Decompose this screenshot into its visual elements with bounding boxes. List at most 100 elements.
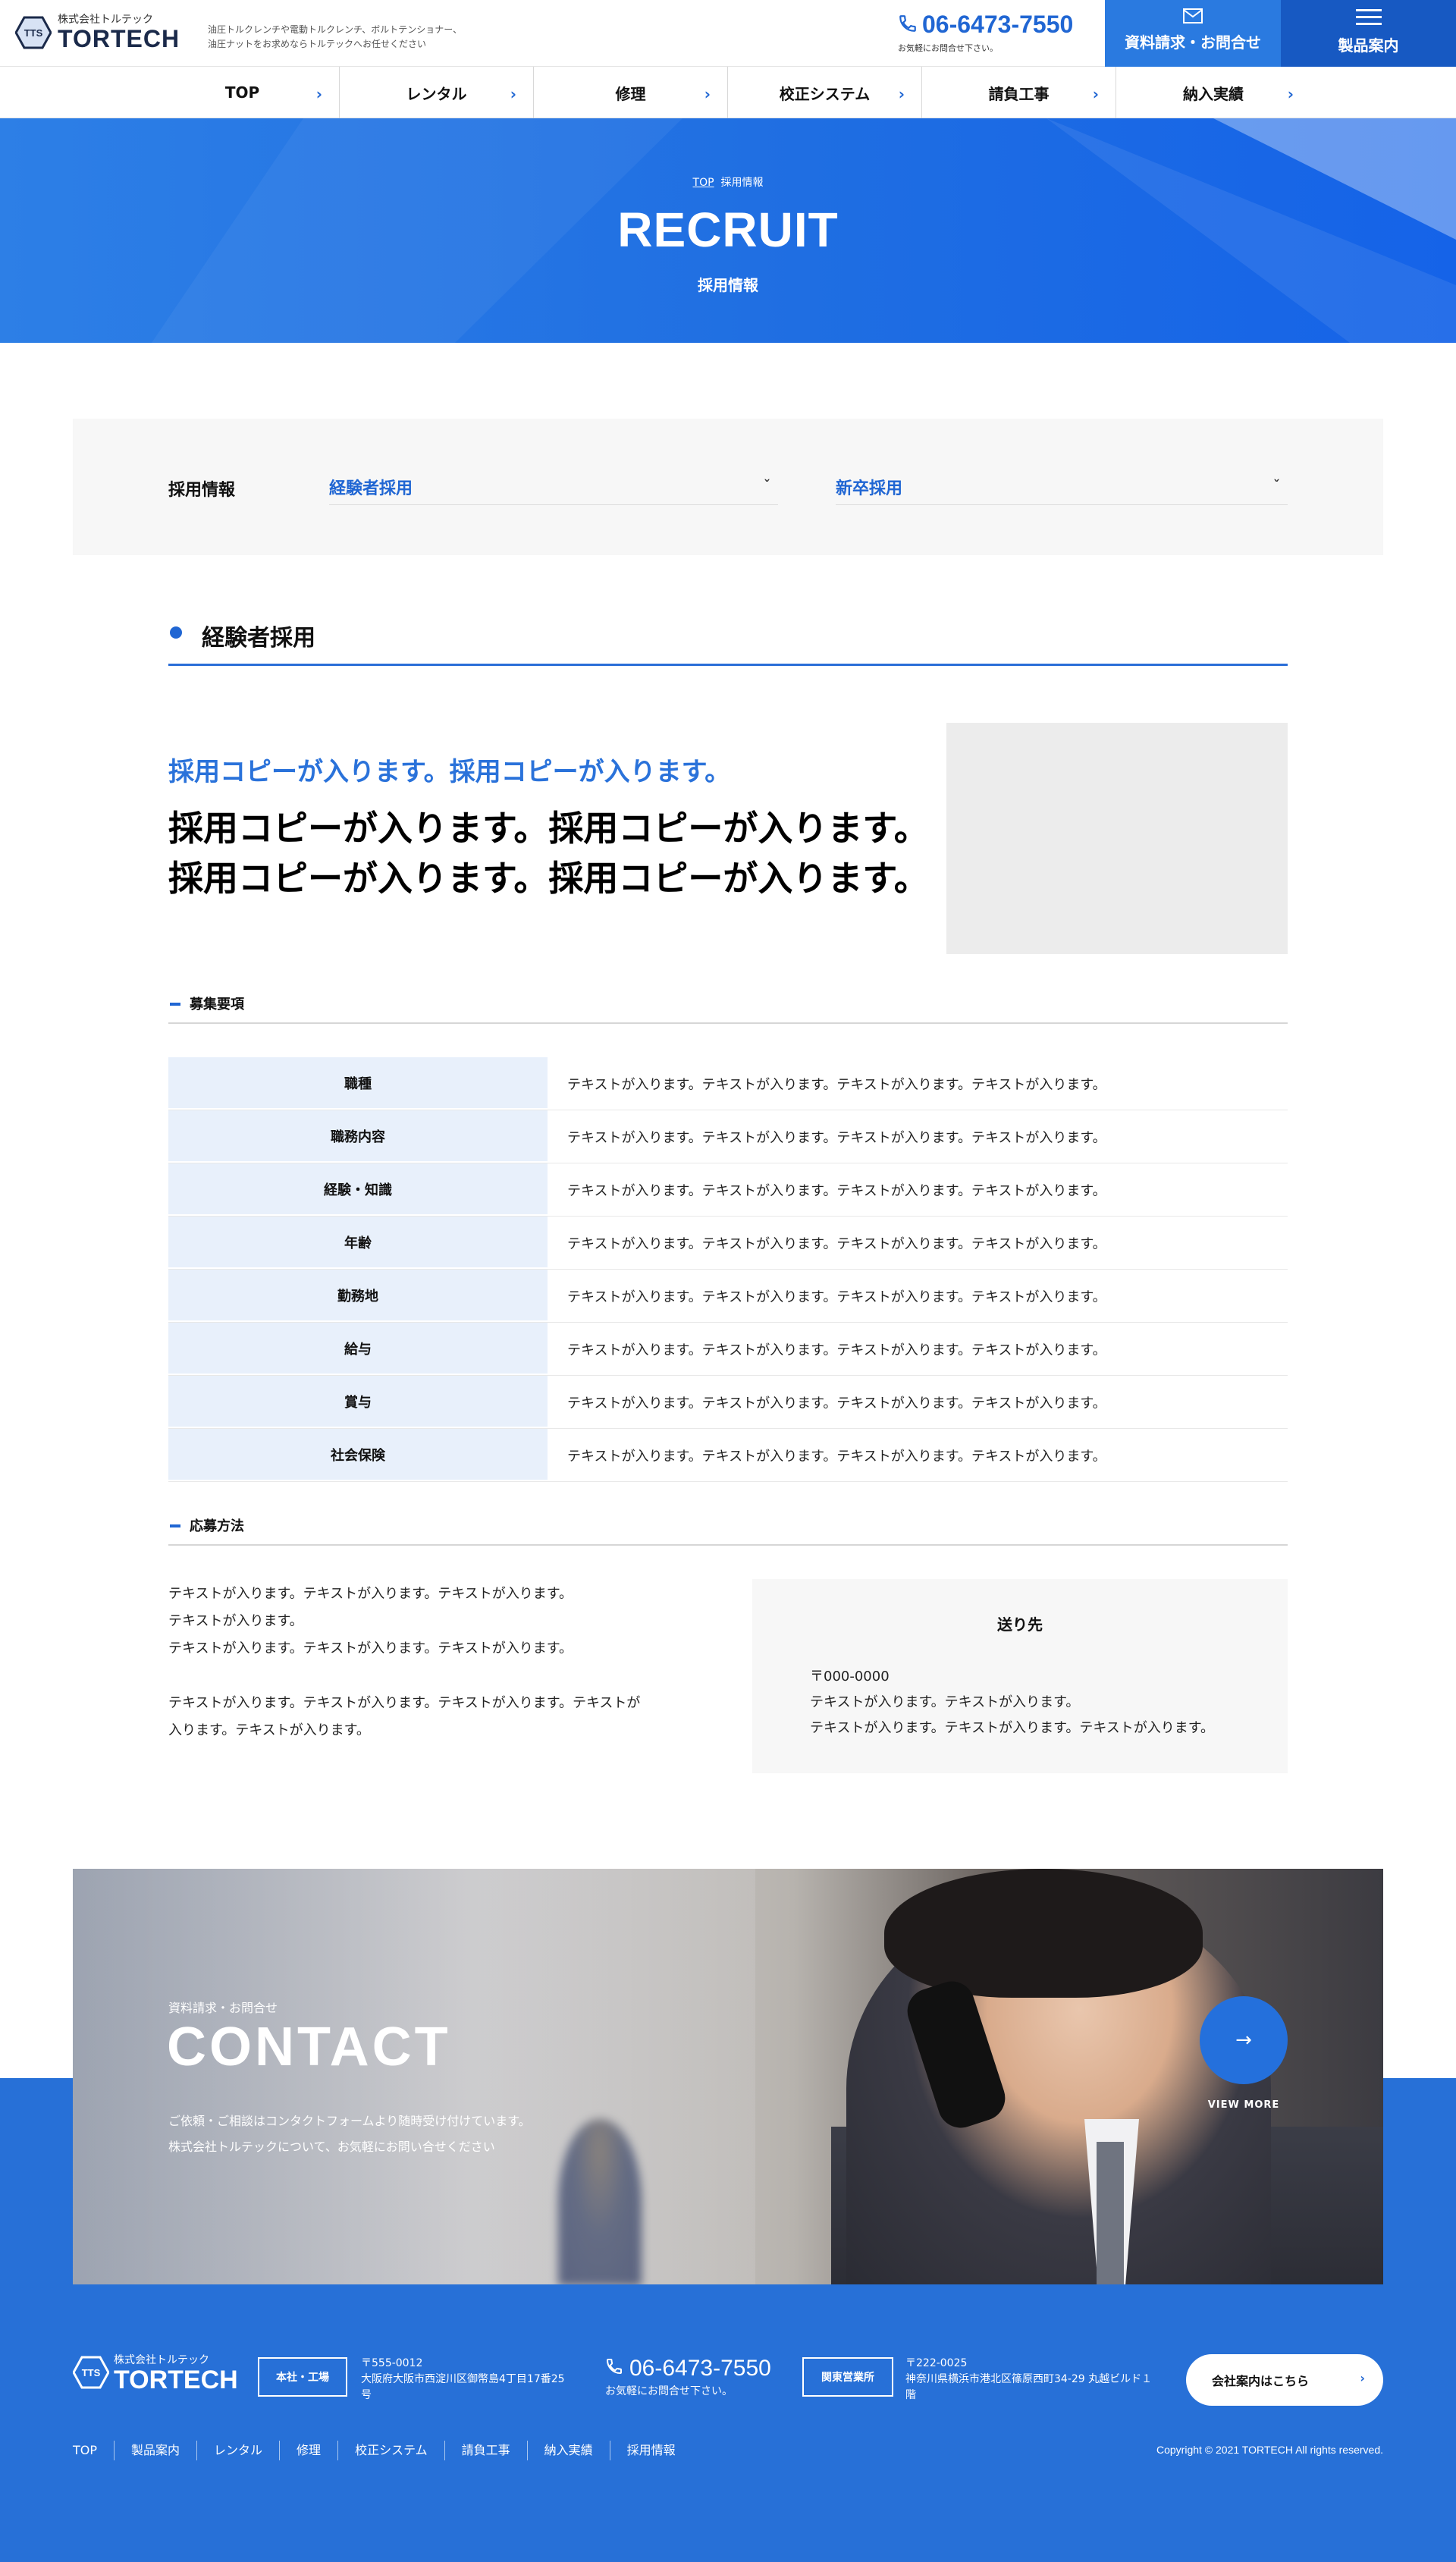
page-hero: TOP 採用情報 RECRUIT 採用情報 — [0, 118, 1456, 343]
nav-item-rental[interactable]: レンタル › — [340, 67, 534, 118]
nav-label: 納入実績 — [1183, 84, 1244, 103]
row-value: テキストが入ります。テキストが入ります。テキストが入ります。テキストが入ります。 — [567, 1342, 1106, 1358]
logo-mark-text: TTS — [82, 2367, 101, 2378]
apply-text-line: 入ります。テキストが入ります。 — [168, 1722, 370, 1738]
page-title: RECRUIT — [617, 203, 839, 257]
chevron-right-icon: › — [1287, 85, 1294, 103]
header-phone-note: お気軽にお問合せ下さい。 — [898, 43, 998, 53]
office1-zip: 〒555-0012 — [361, 2357, 423, 2369]
table-row: 給与 テキストが入ります。テキストが入ります。テキストが入ります。テキストが入りま… — [168, 1323, 1288, 1376]
experienced-select-value: 経験者採用 — [329, 479, 413, 498]
contact-photo-tie — [1097, 2142, 1124, 2284]
dash-icon — [170, 1003, 180, 1006]
office2-zip: 〒222-0025 — [905, 2357, 968, 2369]
nav-item-calibration[interactable]: 校正システム › — [728, 67, 922, 118]
nav-item-contract-work[interactable]: 請負工事 › — [922, 67, 1116, 118]
footer-link-contract-work[interactable]: 請負工事 — [444, 2441, 527, 2460]
footer-link-calibration[interactable]: 校正システム — [337, 2441, 444, 2460]
send-to-title: 送り先 — [997, 1615, 1043, 1634]
apply-text-line: テキストが入ります。 — [168, 1613, 303, 1629]
footer-link-rental[interactable]: レンタル — [196, 2441, 279, 2460]
office2-address: 〒222-0025 神奈川県横浜市港北区篠原西町34-29 丸越ビルド１ 階 — [905, 2356, 1171, 2403]
company-info-label: 会社案内はこちら — [1212, 2374, 1310, 2388]
filter-label: 採用情報 — [168, 481, 236, 500]
phone-icon — [605, 2356, 623, 2381]
chevron-right-icon: › — [510, 85, 516, 103]
contact-desc-line: ご依頼・ご相談はコンタクトフォームより随時受け付けています。 — [168, 2114, 531, 2128]
footer-phone[interactable]: 06-6473-7550 お気軽にお問合せ下さい。 — [605, 2356, 771, 2398]
chevron-down-icon: ˇ — [764, 478, 770, 494]
tagline-line-1: 油圧トルクレンチや電動トルクレンチ、ボルトテンショナー、 — [208, 24, 463, 35]
row-key: 職務内容 — [168, 1110, 548, 1163]
row-key: 年齢 — [168, 1217, 548, 1269]
view-more-button[interactable]: → — [1200, 1996, 1288, 2084]
footer-brand: TORTECH — [114, 2366, 238, 2394]
footer-logo[interactable]: TTS 株式会社トルテック TORTECH — [72, 2354, 238, 2394]
apply-text-line: テキストが入ります。テキストが入ります。テキストが入ります。 — [168, 1586, 573, 1602]
footer-link-top[interactable]: TOP — [73, 2441, 114, 2460]
row-key: 給与 — [168, 1323, 548, 1375]
office1-addr-line: 大阪府大阪市西淀川区御幣島4丁目17番25 — [361, 2373, 565, 2385]
footer-company-small: 株式会社トルテック — [114, 2354, 209, 2366]
chevron-right-icon: › — [1092, 85, 1099, 103]
office2-addr-line: 神奈川県横浜市港北区篠原西町34-29 丸越ビルド１ — [905, 2373, 1153, 2385]
recruit-filter: 採用情報 経験者採用 ˇ 新卒採用 ˇ — [73, 419, 1383, 555]
row-key: 賞与 — [168, 1376, 548, 1428]
recruit-copy-line-2: 採用コピーが入ります。採用コピーが入ります。 — [168, 858, 929, 899]
logo-hex-icon: TTS — [72, 2354, 110, 2394]
row-value: テキストが入ります。テキストが入ります。テキストが入ります。テキストが入ります。 — [567, 1395, 1106, 1411]
chevron-right-icon: › — [898, 85, 905, 103]
breadcrumb-current: 採用情報 — [720, 177, 764, 189]
footer-phone-number: 06-6473-7550 — [629, 2356, 771, 2381]
section-title: 経験者採用 — [202, 625, 315, 651]
table-row: 賞与 テキストが入ります。テキストが入ります。テキストが入ります。テキストが入りま… — [168, 1376, 1288, 1429]
header-phone-number: 06-6473-7550 — [922, 11, 1074, 38]
nav-item-top[interactable]: TOP › — [146, 67, 340, 118]
apply-title: 応募方法 — [190, 1518, 244, 1534]
arrow-right-icon: → — [1235, 2029, 1252, 2052]
apply-description: テキストが入ります。テキストが入ります。テキストが入ります。 テキストが入ります… — [168, 1581, 669, 1744]
footer-link-products[interactable]: 製品案内 — [114, 2441, 196, 2460]
footer-link-delivery-record[interactable]: 納入実績 — [526, 2441, 610, 2460]
new-graduate-select-value: 新卒採用 — [836, 479, 903, 498]
products-menu-button[interactable]: 製品案内 — [1281, 0, 1456, 67]
table-row: 経験・知識 テキストが入ります。テキストが入ります。テキストが入ります。テキストが… — [168, 1163, 1288, 1217]
recruit-copy-lead: 採用コピーが入ります。採用コピーが入ります。 — [168, 757, 731, 787]
experienced-select[interactable]: 経験者採用 ˇ — [329, 469, 778, 505]
global-nav: TOP › レンタル › 修理 › 校正システム › 請負工事 › 納入実績 › — [0, 67, 1456, 118]
table-row: 職務内容 テキストが入ります。テキストが入ります。テキストが入ります。テキストが入… — [168, 1110, 1288, 1163]
breadcrumb-top-link[interactable]: TOP — [693, 177, 714, 189]
contact-title: CONTACT — [167, 2017, 451, 2077]
header-phone[interactable]: 06-6473-7550 お気軽にお問合せ下さい。 — [898, 11, 1073, 54]
header-tagline: 油圧トルクレンチや電動トルクレンチ、ボルトテンショナー、 油圧ナットをお求めなら… — [208, 23, 462, 52]
docs-request-button[interactable]: 資料請求・お問合せ — [1105, 0, 1281, 67]
contact-description: ご依頼・ご相談はコンタクトフォームより随時受け付けています。 株式会社トルテック… — [168, 2108, 531, 2160]
row-key: 勤務地 — [168, 1270, 548, 1322]
nav-item-delivery-record[interactable]: 納入実績 › — [1116, 67, 1310, 118]
new-graduate-select[interactable]: 新卒採用 ˇ — [836, 469, 1288, 505]
footer-link-recruit[interactable]: 採用情報 — [609, 2441, 692, 2460]
apply-text-line: テキストが入ります。テキストが入ります。テキストが入ります。テキストが — [168, 1695, 641, 1711]
footer-link-repair[interactable]: 修理 — [279, 2441, 337, 2460]
footer-phone-note: お気軽にお問合せ下さい。 — [605, 2385, 733, 2397]
send-to-line: テキストが入ります。テキストが入ります。 — [810, 1694, 1080, 1710]
logo[interactable]: TTS 株式会社トルテック TORTECH — [14, 14, 180, 52]
row-value: テキストが入ります。テキストが入ります。テキストが入ります。テキストが入ります。 — [567, 1129, 1106, 1146]
footer-links: TOP 製品案内 レンタル 修理 校正システム 請負工事 納入実績 採用情報 — [73, 2441, 692, 2460]
row-value: テキストが入ります。テキストが入ります。テキストが入ります。テキストが入ります。 — [567, 1289, 1106, 1305]
nav-label: レンタル — [406, 84, 467, 103]
site-footer: TTS 株式会社トルテック TORTECH 本社・工場 〒555-0012 大阪… — [0, 2284, 1456, 2562]
table-row: 社会保険 テキストが入ります。テキストが入ります。テキストが入ります。テキストが入… — [168, 1429, 1288, 1482]
nav-label: TOP — [224, 83, 260, 102]
office2-badge: 関東営業所 — [802, 2357, 893, 2397]
breadcrumb: TOP 採用情報 — [0, 174, 1456, 190]
company-info-button[interactable]: 会社案内はこちら › — [1186, 2354, 1383, 2406]
apply-heading: 応募方法 — [168, 1512, 1288, 1546]
row-key: 社会保険 — [168, 1429, 548, 1481]
contact-desc-line: 株式会社トルテックについて、お気軽にお問い合せください — [168, 2140, 495, 2154]
nav-item-repair[interactable]: 修理 › — [534, 67, 728, 118]
send-to-line: テキストが入ります。テキストが入ります。テキストが入ります。 — [810, 1720, 1214, 1736]
phone-icon — [898, 14, 918, 36]
logo-hex-icon: TTS — [14, 14, 52, 51]
table-row: 職種 テキストが入ります。テキストが入ります。テキストが入ります。テキストが入りま… — [168, 1057, 1288, 1110]
